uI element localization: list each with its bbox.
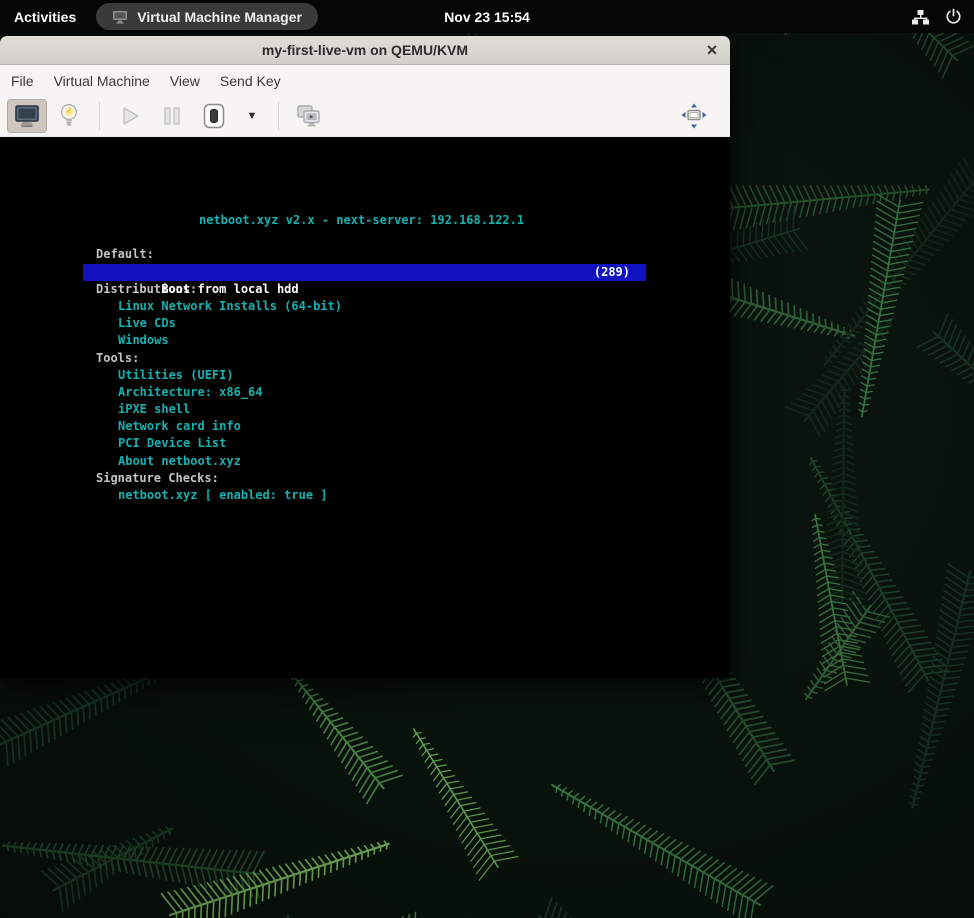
power-icon[interactable] <box>945 8 962 25</box>
boot-countdown: (289) <box>594 264 630 281</box>
boot-menu-section-signature-checks: Signature Checks: <box>0 470 730 487</box>
boot-menu-item[interactable]: Windows <box>0 332 730 349</box>
network-wired-icon[interactable] <box>912 9 929 25</box>
focused-app-label: Virtual Machine Manager <box>137 9 302 25</box>
boot-menu-item[interactable]: About netboot.xyz <box>0 453 730 470</box>
boot-menu-item[interactable]: netboot.xyz [ enabled: true ] <box>0 487 730 504</box>
close-window-button[interactable]: ✕ <box>700 38 724 62</box>
menu-virtual-machine[interactable]: Virtual Machine <box>44 65 160 96</box>
toolbar-separator <box>99 102 100 130</box>
show-console-button[interactable] <box>7 99 47 133</box>
vm-console-display[interactable]: netboot.xyz v2.x - next-server: 192.168.… <box>0 137 730 678</box>
menu-view[interactable]: View <box>160 65 210 96</box>
boot-menu-item-label: Boot from local hdd <box>161 282 298 296</box>
boot-menu-item[interactable]: Live CDs <box>0 315 730 332</box>
menu-file[interactable]: File <box>1 65 44 96</box>
pause-icon <box>162 105 182 127</box>
boot-menu-item[interactable]: Linux Network Installs (64-bit) <box>0 298 730 315</box>
shutdown-vm-button[interactable] <box>194 99 234 133</box>
menu-send-key[interactable]: Send Key <box>210 65 291 96</box>
boot-menu-item[interactable]: Utilities (UEFI) <box>0 367 730 384</box>
virt-manager-app-icon <box>112 10 128 24</box>
boot-menu-section-tools: Tools: <box>0 350 730 367</box>
pause-vm-button[interactable] <box>152 99 192 133</box>
chevron-down-icon: ▼ <box>247 110 258 122</box>
fullscreen-monitors-icon <box>296 103 322 129</box>
shutdown-menu-button[interactable]: ▼ <box>236 99 268 133</box>
activities-button[interactable]: Activities <box>14 9 76 25</box>
boot-menu-item[interactable]: Network card info <box>0 418 730 435</box>
auto-resize-vm-icon <box>679 101 709 131</box>
window-titlebar[interactable]: my-first-live-vm on QEMU/KVM ✕ <box>0 36 730 65</box>
boot-menu-section-default: Default: <box>0 246 730 263</box>
system-status-area[interactable] <box>912 0 962 33</box>
toolbar-separator <box>278 102 279 130</box>
shutdown-icon <box>201 103 227 129</box>
netboot-title: netboot.xyz v2.x - next-server: 192.168.… <box>0 212 730 229</box>
toolbar: ▼ <box>0 96 730 137</box>
boot-menu-item[interactable]: PCI Device List <box>0 435 730 452</box>
console-view-icon <box>14 104 40 128</box>
clock[interactable]: Nov 23 15:54 <box>444 9 530 25</box>
menubar: File Virtual Machine View Send Key <box>0 65 730 96</box>
show-details-button[interactable] <box>49 99 89 133</box>
focused-app-button[interactable]: Virtual Machine Manager <box>96 3 318 30</box>
boot-menu-item[interactable]: Architecture: x86_64 <box>0 384 730 401</box>
window-title: my-first-live-vm on QEMU/KVM <box>262 42 468 58</box>
boot-menu-item-selected[interactable]: Boot from local hdd (289) <box>83 264 646 281</box>
run-vm-button[interactable] <box>110 99 150 133</box>
gnome-top-bar: Activities Virtual Machine Manager Nov 2… <box>0 0 974 33</box>
fullscreen-button[interactable] <box>289 99 329 133</box>
auto-resize-vm-button[interactable] <box>674 99 714 133</box>
vm-window: my-first-live-vm on QEMU/KVM ✕ File Virt… <box>0 36 730 678</box>
boot-menu-section-distributions: Distributions: <box>0 281 730 298</box>
lightbulb-details-icon <box>58 103 80 129</box>
run-icon <box>119 105 141 127</box>
boot-menu-item[interactable]: iPXE shell <box>0 401 730 418</box>
